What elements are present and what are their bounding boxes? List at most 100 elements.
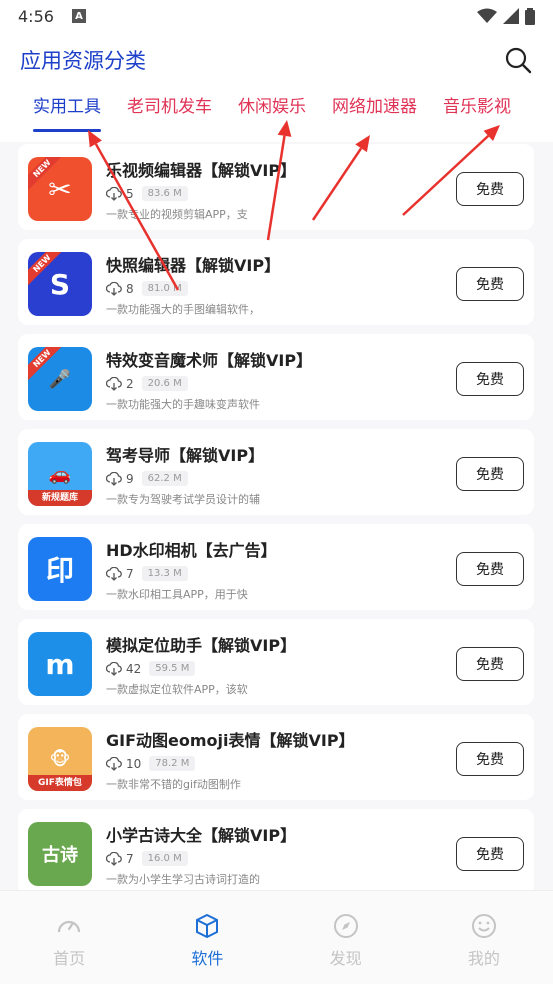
app-meta: 7 13.3 M [106,566,188,581]
app-description: 一款功能强大的手图编辑软件， [106,303,260,316]
nav-home-label: 首页 [53,949,86,968]
gif-emoji-icon[interactable]: 🐵 GIF表情包 [28,727,92,791]
app-description: 一款功能强大的手趣味变声软件 [106,398,260,411]
app-card[interactable]: 🚗 新规题库 驾考导师【解锁VIP】 9 62.2 M 一款专为驾驶考试学员设计的辅 免费 [18,429,534,515]
app-icon-glyph: 🐵 [49,748,71,770]
tab-driver[interactable]: 老司机发车 [114,82,225,132]
download-count: 5 [126,186,134,201]
status-bar: 4:56 A [0,0,553,32]
new-badge-label: NEW [28,252,64,288]
app-name[interactable]: 乐视频编辑器【解锁VIP】 [106,157,296,181]
cloud-download-icon [106,851,122,866]
app-description: 一款非常不错的gif动图制作 [106,778,241,791]
nav-software[interactable]: 软件 [138,891,276,984]
nav-mine-label: 我的 [467,949,500,968]
app-card[interactable]: 印 HD水印相机【去广告】 7 13.3 M 一款水印相工具APP，用于快 免费 [18,524,534,610]
app-size: 62.2 M [141,471,188,486]
cloud-download-icon [106,756,122,771]
app-size: 16.0 M [141,851,188,866]
app-meta: 42 59.5 M [106,661,196,676]
battery-icon [525,7,535,25]
software-box-icon [196,913,219,939]
app-name[interactable]: HD水印相机【去广告】 [106,537,277,561]
nav-home[interactable]: 首页 [0,891,138,984]
free-download-button[interactable]: 免费 [456,457,524,491]
snapshot-editor-icon[interactable]: S NEW [28,252,92,316]
app-description: 一款虚拟定位软件APP，该软 [106,683,248,696]
tab-leisure[interactable]: 休闲娱乐 [225,82,319,132]
app-card[interactable]: 🎤 NEW 特效变音魔术师【解锁VIP】 2 20.6 M 一款功能强大的手趣味变声软件 免… [18,334,534,420]
free-download-button[interactable]: 免费 [456,647,524,681]
app-name[interactable]: 小学古诗大全【解锁VIP】 [106,822,296,846]
cloud-download-icon [106,566,122,581]
nav-discover[interactable]: 发现 [277,891,415,984]
tab-network-accelerator[interactable]: 网络加速器 [319,82,430,132]
compass-icon [333,914,358,938]
free-download-button[interactable]: 免费 [456,362,524,396]
new-badge-label: NEW [28,157,64,193]
app-meta: 8 81.0 M [106,281,188,296]
tab-music-video[interactable]: 音乐影视 [430,82,524,132]
new-badge-label: NEW [28,347,64,383]
app-name[interactable]: 快照编辑器【解锁VIP】 [106,252,280,276]
app-list[interactable]: ✂ NEW 乐视频编辑器【解锁VIP】 5 83.6 M 一款专业的视频剪辑APP，支 免费… [0,142,553,890]
free-download-button[interactable]: 免费 [456,552,524,586]
location-icon[interactable]: m [28,632,92,696]
watermark-camera-icon[interactable]: 印 [28,537,92,601]
new-badge: NEW [28,157,64,193]
app-card[interactable]: m 模拟定位助手【解锁VIP】 42 59.5 M 一款虚拟定位软件APP，该软 免费 [18,619,534,705]
nav-discover-label: 发现 [329,949,362,968]
poetry-icon[interactable]: 古诗 [28,822,92,886]
app-icon-glyph: 🚗 [48,463,72,485]
download-count: 7 [126,851,134,866]
status-right [477,7,535,25]
home-gauge-icon [58,920,81,933]
app-icon-caption: GIF表情包 [28,775,92,791]
wifi-icon [477,8,497,23]
download-count: 42 [126,661,142,676]
app-card[interactable]: S NEW 快照编辑器【解锁VIP】 8 81.0 M 一款功能强大的手图编辑软件， 免费 [18,239,534,325]
header: 应用资源分类 [0,38,553,82]
app-icon-caption: 新规题库 [28,490,92,506]
driving-test-icon[interactable]: 🚗 新规题库 [28,442,92,506]
app-meta: 2 20.6 M [106,376,188,391]
smiley-icon [471,914,496,938]
app-name[interactable]: 特效变音魔术师【解锁VIP】 [106,347,312,371]
download-count: 2 [126,376,134,391]
app-icon-glyph: 古诗 [42,845,78,866]
notification-a-icon: A [71,9,86,23]
tab-practical-tools[interactable]: 实用工具 [20,82,114,132]
download-count: 8 [126,281,134,296]
status-time: 4:56 [18,6,54,26]
app-card[interactable]: 🐵 GIF表情包 GIF动图eomoji表情【解锁VIP】 10 78.2 M 一款非常不… [18,714,534,800]
app-name[interactable]: 模拟定位助手【解锁VIP】 [106,632,296,656]
download-count: 9 [126,471,134,486]
video-editor-icon[interactable]: ✂ NEW [28,157,92,221]
app-description: 一款为小学生学习古诗词打造的 [106,873,260,886]
app-description: 一款专业的视频剪辑APP，支 [106,208,248,221]
signal-icon [503,8,519,24]
category-tabs: 实用工具 老司机发车 休闲娱乐 网络加速器 音乐影视 [0,82,553,132]
app-card[interactable]: ✂ NEW 乐视频编辑器【解锁VIP】 5 83.6 M 一款专业的视频剪辑APP，支 免费 [18,144,534,230]
app-meta: 7 16.0 M [106,851,188,866]
app-size: 13.3 M [141,566,188,581]
free-download-button[interactable]: 免费 [456,267,524,301]
free-download-button[interactable]: 免费 [456,172,524,206]
new-badge: NEW [28,347,64,383]
app-name[interactable]: 驾考导师【解锁VIP】 [106,442,264,466]
bottom-nav: 首页 软件 发现 我的 [0,890,553,984]
cloud-download-icon [106,281,122,296]
app-icon-glyph: m [45,647,75,681]
free-download-button[interactable]: 免费 [456,742,524,776]
nav-mine[interactable]: 我的 [415,891,553,984]
app-name[interactable]: GIF动图eomoji表情【解锁VIP】 [106,727,355,751]
app-card[interactable]: 古诗 小学古诗大全【解锁VIP】 7 16.0 M 一款为小学生学习古诗词打造的 免费 [18,809,534,890]
voice-changer-icon[interactable]: 🎤 NEW [28,347,92,411]
app-description: 一款专为驾驶考试学员设计的辅 [106,493,260,506]
free-download-button[interactable]: 免费 [456,837,524,871]
search-button[interactable] [503,45,533,75]
cloud-download-icon [106,376,122,391]
new-badge: NEW [28,252,64,288]
app-meta: 10 78.2 M [106,756,196,771]
cloud-download-icon [106,661,122,676]
